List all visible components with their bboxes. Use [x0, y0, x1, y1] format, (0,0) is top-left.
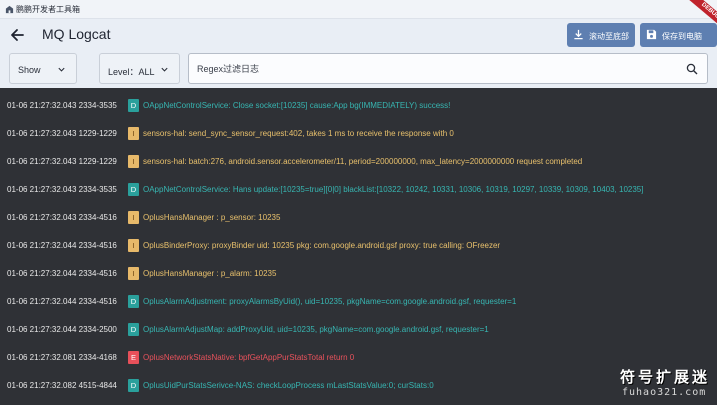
log-meta: 01-06 21:27:32.043 2334-3535	[7, 101, 117, 110]
chevron-down-icon	[58, 67, 65, 72]
log-level-badge: I	[128, 155, 139, 168]
log-message: OplusAlarmAdjustMap: addProxyUid, uid=10…	[143, 325, 489, 334]
level-dropdown[interactable]: Level：ALL	[99, 53, 180, 84]
chevron-down-icon	[161, 67, 168, 72]
log-meta: 01-06 21:27:32.044 2334-4516	[7, 269, 117, 278]
log-meta: 01-06 21:27:32.081 2334-4168	[7, 353, 117, 362]
log-meta: 01-06 21:27:32.044 2334-4516	[7, 241, 117, 250]
download-icon	[574, 29, 583, 40]
log-message: OAppNetControlService: Close socket:[102…	[143, 101, 451, 110]
log-row: 01-06 21:27:32.082 4515-4844 D OplusUidPur…	[0, 379, 717, 393]
regex-filter-input[interactable]	[197, 61, 677, 77]
log-meta: 01-06 21:27:32.043 1229-1229	[7, 157, 117, 166]
log-meta: 01-06 21:27:32.043 1229-1229	[7, 129, 117, 138]
log-level-badge: D	[128, 379, 139, 392]
log-level-badge: D	[128, 295, 139, 308]
save-icon	[646, 29, 657, 40]
log-message: OplusUidPurStatsSerivce-NAS: checkLoopPr…	[143, 381, 434, 390]
log-level-badge: D	[128, 99, 139, 112]
log-message: OplusNetworkStatsNative: bpfGetAppPurSta…	[143, 353, 355, 362]
log-row: 01-06 21:27:32.043 1229-1229 Isensors-hal…	[0, 155, 717, 169]
log-level-badge: I	[128, 211, 139, 224]
log-message: OplusHansManager : p_sensor: 10235	[143, 213, 281, 222]
log-level-badge: I	[128, 239, 139, 252]
log-message: sensors-hal: batch:276, android.sensor.a…	[143, 157, 583, 166]
log-meta: 01-06 21:27:32.044 2334-2500	[7, 325, 117, 334]
page-title: MQ Logcat	[42, 26, 111, 42]
filter-bar: Show Level：ALL	[0, 51, 717, 88]
regex-filter-box	[188, 53, 708, 84]
window-title: 鹏鹏开发者工具箱	[16, 5, 80, 14]
log-row: 01-06 21:27:32.044 2334-4516 D OplusAlarmA…	[0, 295, 717, 309]
log-row: 01-06 21:27:32.043 2334-3535 D OAppNetCont…	[0, 183, 717, 197]
log-message: OplusHansManager : p_alarm: 10235	[143, 269, 277, 278]
log-meta: 01-06 21:27:32.082 4515-4844	[7, 381, 117, 390]
log-level-badge: I	[128, 267, 139, 280]
log-meta: 01-06 21:27:32.044 2334-4516	[7, 297, 117, 306]
log-meta: 01-06 21:27:32.043 2334-4516	[7, 213, 117, 222]
log-row: 01-06 21:27:32.043 2334-3535 D OAppNetCont…	[0, 99, 717, 113]
log-message: OplusAlarmAdjustment: proxyAlarmsByUid()…	[143, 297, 517, 306]
log-level-badge: D	[128, 183, 139, 196]
save-to-computer-button[interactable]: 保存到电脑	[640, 23, 717, 47]
log-row: 01-06 21:27:32.043 2334-4516 I OplusHansMa…	[0, 211, 717, 225]
log-level-badge: E	[128, 351, 139, 364]
log-level-badge: D	[128, 323, 139, 336]
log-message: OplusBinderProxy: proxyBinder uid: 10235…	[143, 241, 501, 250]
log-list[interactable]: 01-06 21:27:32.043 2334-3535 D OAppNetCont…	[0, 88, 717, 405]
save-to-computer-label: 保存到电脑	[662, 32, 702, 41]
log-level-badge: I	[128, 127, 139, 140]
log-row: 01-06 21:27:32.081 2334-4168 E OplusNetwor…	[0, 351, 717, 365]
app-icon	[5, 5, 14, 14]
log-message: sensors-hal: send_sync_sensor_request:40…	[143, 129, 454, 138]
level-dropdown-value: Level：ALL	[108, 67, 155, 77]
log-message: OAppNetControlService: Hans update:[1023…	[143, 185, 644, 194]
show-dropdown-value: Show	[18, 65, 41, 75]
search-icon[interactable]	[686, 63, 698, 75]
log-row: 01-06 21:27:32.044 2334-4516 I OplusBinder…	[0, 239, 717, 253]
show-dropdown[interactable]: Show	[9, 53, 77, 84]
log-row: 01-06 21:27:32.044 2334-2500 D OplusAlarmA…	[0, 323, 717, 337]
scroll-to-bottom-button[interactable]: 滚动至底部	[567, 23, 635, 47]
log-row: 01-06 21:27:32.043 1229-1229 Isensors-hal…	[0, 127, 717, 141]
back-arrow-icon[interactable]	[8, 25, 28, 45]
app-bar: MQ Logcat 滚动至底部 保存到电脑	[0, 19, 717, 51]
log-row: 01-06 21:27:32.044 2334-4516 I OplusHansMa…	[0, 267, 717, 281]
window-titlebar: 鹏鹏开发者工具箱	[0, 0, 717, 19]
scroll-to-bottom-label: 滚动至底部	[589, 32, 629, 41]
log-meta: 01-06 21:27:32.043 2334-3535	[7, 185, 117, 194]
